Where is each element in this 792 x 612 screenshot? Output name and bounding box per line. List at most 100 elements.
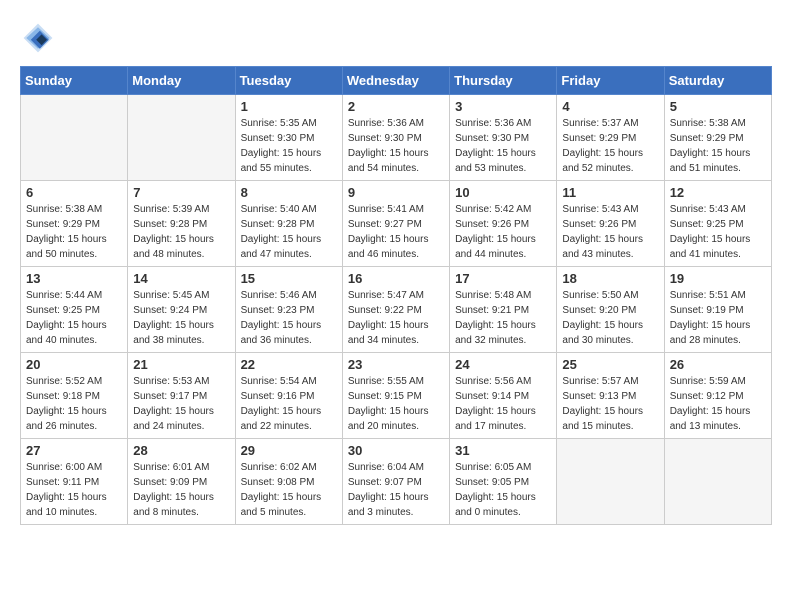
weekday-header-wednesday: Wednesday: [342, 67, 449, 95]
day-info: Sunrise: 6:04 AM Sunset: 9:07 PM Dayligh…: [348, 460, 444, 520]
calendar-cell: 16 Sunrise: 5:47 AM Sunset: 9:22 PM Dayli…: [342, 267, 449, 353]
day-info: Sunrise: 5:36 AM Sunset: 9:30 PM Dayligh…: [348, 116, 444, 176]
day-info: Sunrise: 5:35 AM Sunset: 9:30 PM Dayligh…: [241, 116, 337, 176]
calendar-header-row: SundayMondayTuesdayWednesdayThursdayFrid…: [21, 67, 772, 95]
calendar-cell: [21, 95, 128, 181]
calendar-cell: 26 Sunrise: 5:59 AM Sunset: 9:12 PM Dayli…: [664, 353, 771, 439]
day-info: Sunrise: 5:55 AM Sunset: 9:15 PM Dayligh…: [348, 374, 444, 434]
day-info: Sunrise: 6:05 AM Sunset: 9:05 PM Dayligh…: [455, 460, 551, 520]
calendar-cell: 1 Sunrise: 5:35 AM Sunset: 9:30 PM Daylig…: [235, 95, 342, 181]
day-info: Sunrise: 6:01 AM Sunset: 9:09 PM Dayligh…: [133, 460, 229, 520]
day-info: Sunrise: 5:38 AM Sunset: 9:29 PM Dayligh…: [670, 116, 766, 176]
calendar-cell: 31 Sunrise: 6:05 AM Sunset: 9:05 PM Dayli…: [450, 439, 557, 525]
day-number: 31: [455, 443, 551, 458]
logo: [20, 20, 62, 56]
day-info: Sunrise: 5:40 AM Sunset: 9:28 PM Dayligh…: [241, 202, 337, 262]
calendar-cell: 11 Sunrise: 5:43 AM Sunset: 9:26 PM Dayli…: [557, 181, 664, 267]
day-number: 8: [241, 185, 337, 200]
day-info: Sunrise: 5:41 AM Sunset: 9:27 PM Dayligh…: [348, 202, 444, 262]
calendar-cell: 5 Sunrise: 5:38 AM Sunset: 9:29 PM Daylig…: [664, 95, 771, 181]
calendar-cell: 15 Sunrise: 5:46 AM Sunset: 9:23 PM Dayli…: [235, 267, 342, 353]
day-number: 28: [133, 443, 229, 458]
calendar-cell: 21 Sunrise: 5:53 AM Sunset: 9:17 PM Dayli…: [128, 353, 235, 439]
calendar-cell: 13Sunrise: 5:44 AM Sunset: 9:25 PM Dayli…: [21, 267, 128, 353]
calendar-cell: 8 Sunrise: 5:40 AM Sunset: 9:28 PM Daylig…: [235, 181, 342, 267]
day-number: 17: [455, 271, 551, 286]
calendar-cell: 25 Sunrise: 5:57 AM Sunset: 9:13 PM Dayli…: [557, 353, 664, 439]
weekday-header-monday: Monday: [128, 67, 235, 95]
weekday-header-tuesday: Tuesday: [235, 67, 342, 95]
day-info: Sunrise: 5:53 AM Sunset: 9:17 PM Dayligh…: [133, 374, 229, 434]
calendar-cell: 2 Sunrise: 5:36 AM Sunset: 9:30 PM Daylig…: [342, 95, 449, 181]
calendar-cell: 27Sunrise: 6:00 AM Sunset: 9:11 PM Dayli…: [21, 439, 128, 525]
day-number: 23: [348, 357, 444, 372]
day-info: Sunrise: 5:43 AM Sunset: 9:26 PM Dayligh…: [562, 202, 658, 262]
day-number: 11: [562, 185, 658, 200]
calendar-cell: 20 Sunrise: 5:52 AM Sunset: 9:18 PM Dayli…: [21, 353, 128, 439]
day-number: 21: [133, 357, 229, 372]
day-number: 12: [670, 185, 766, 200]
day-info: Sunrise: 5:52 AM Sunset: 9:18 PM Dayligh…: [26, 374, 122, 434]
day-info: Sunrise: 5:57 AM Sunset: 9:13 PM Dayligh…: [562, 374, 658, 434]
calendar-cell: 9 Sunrise: 5:41 AM Sunset: 9:27 PM Daylig…: [342, 181, 449, 267]
logo-icon: [20, 20, 56, 56]
day-info: Sunrise: 5:50 AM Sunset: 9:20 PM Dayligh…: [562, 288, 658, 348]
day-info: Sunrise: 5:37 AM Sunset: 9:29 PM Dayligh…: [562, 116, 658, 176]
day-number: 1: [241, 99, 337, 114]
calendar-cell: [128, 95, 235, 181]
day-number: 6: [26, 185, 122, 200]
day-number: 16: [348, 271, 444, 286]
calendar-cell: 10Sunrise: 5:42 AM Sunset: 9:26 PM Dayli…: [450, 181, 557, 267]
day-number: 4: [562, 99, 658, 114]
day-info: Sunrise: 5:42 AM Sunset: 9:26 PM Dayligh…: [455, 202, 551, 262]
day-info: Sunrise: 5:54 AM Sunset: 9:16 PM Dayligh…: [241, 374, 337, 434]
calendar-table: SundayMondayTuesdayWednesdayThursdayFrid…: [20, 66, 772, 525]
day-info: Sunrise: 5:59 AM Sunset: 9:12 PM Dayligh…: [670, 374, 766, 434]
calendar-week-3: 13Sunrise: 5:44 AM Sunset: 9:25 PM Dayli…: [21, 267, 772, 353]
calendar-cell: 6 Sunrise: 5:38 AM Sunset: 9:29 PM Daylig…: [21, 181, 128, 267]
day-info: Sunrise: 5:38 AM Sunset: 9:29 PM Dayligh…: [26, 202, 122, 262]
weekday-header-saturday: Saturday: [664, 67, 771, 95]
day-number: 5: [670, 99, 766, 114]
day-number: 22: [241, 357, 337, 372]
day-number: 25: [562, 357, 658, 372]
day-number: 2: [348, 99, 444, 114]
calendar-week-2: 6 Sunrise: 5:38 AM Sunset: 9:29 PM Daylig…: [21, 181, 772, 267]
day-number: 7: [133, 185, 229, 200]
calendar-cell: 14 Sunrise: 5:45 AM Sunset: 9:24 PM Dayli…: [128, 267, 235, 353]
calendar-cell: 22 Sunrise: 5:54 AM Sunset: 9:16 PM Dayli…: [235, 353, 342, 439]
calendar-cell: 24 Sunrise: 5:56 AM Sunset: 9:14 PM Dayli…: [450, 353, 557, 439]
day-number: 20: [26, 357, 122, 372]
weekday-header-sunday: Sunday: [21, 67, 128, 95]
day-info: Sunrise: 5:44 AM Sunset: 9:25 PM Dayligh…: [26, 288, 122, 348]
day-number: 30: [348, 443, 444, 458]
day-info: Sunrise: 5:56 AM Sunset: 9:14 PM Dayligh…: [455, 374, 551, 434]
day-number: 15: [241, 271, 337, 286]
day-info: Sunrise: 5:47 AM Sunset: 9:22 PM Dayligh…: [348, 288, 444, 348]
calendar-week-4: 20 Sunrise: 5:52 AM Sunset: 9:18 PM Dayli…: [21, 353, 772, 439]
calendar-cell: 17Sunrise: 5:48 AM Sunset: 9:21 PM Dayli…: [450, 267, 557, 353]
day-info: Sunrise: 5:51 AM Sunset: 9:19 PM Dayligh…: [670, 288, 766, 348]
day-number: 3: [455, 99, 551, 114]
day-number: 9: [348, 185, 444, 200]
calendar-cell: 23 Sunrise: 5:55 AM Sunset: 9:15 PM Dayli…: [342, 353, 449, 439]
calendar-cell: 29Sunrise: 6:02 AM Sunset: 9:08 PM Dayli…: [235, 439, 342, 525]
day-info: Sunrise: 5:45 AM Sunset: 9:24 PM Dayligh…: [133, 288, 229, 348]
day-info: Sunrise: 5:43 AM Sunset: 9:25 PM Dayligh…: [670, 202, 766, 262]
day-number: 14: [133, 271, 229, 286]
day-number: 18: [562, 271, 658, 286]
calendar-cell: 3 Sunrise: 5:36 AM Sunset: 9:30 PM Daylig…: [450, 95, 557, 181]
calendar-cell: [557, 439, 664, 525]
day-info: Sunrise: 6:02 AM Sunset: 9:08 PM Dayligh…: [241, 460, 337, 520]
calendar-cell: 12 Sunrise: 5:43 AM Sunset: 9:25 PM Dayli…: [664, 181, 771, 267]
calendar-cell: 18 Sunrise: 5:50 AM Sunset: 9:20 PM Dayli…: [557, 267, 664, 353]
day-info: Sunrise: 5:46 AM Sunset: 9:23 PM Dayligh…: [241, 288, 337, 348]
day-info: Sunrise: 6:00 AM Sunset: 9:11 PM Dayligh…: [26, 460, 122, 520]
day-number: 19: [670, 271, 766, 286]
weekday-header-friday: Friday: [557, 67, 664, 95]
calendar-cell: 19 Sunrise: 5:51 AM Sunset: 9:19 PM Dayli…: [664, 267, 771, 353]
day-info: Sunrise: 5:36 AM Sunset: 9:30 PM Dayligh…: [455, 116, 551, 176]
day-number: 24: [455, 357, 551, 372]
day-info: Sunrise: 5:39 AM Sunset: 9:28 PM Dayligh…: [133, 202, 229, 262]
day-number: 26: [670, 357, 766, 372]
